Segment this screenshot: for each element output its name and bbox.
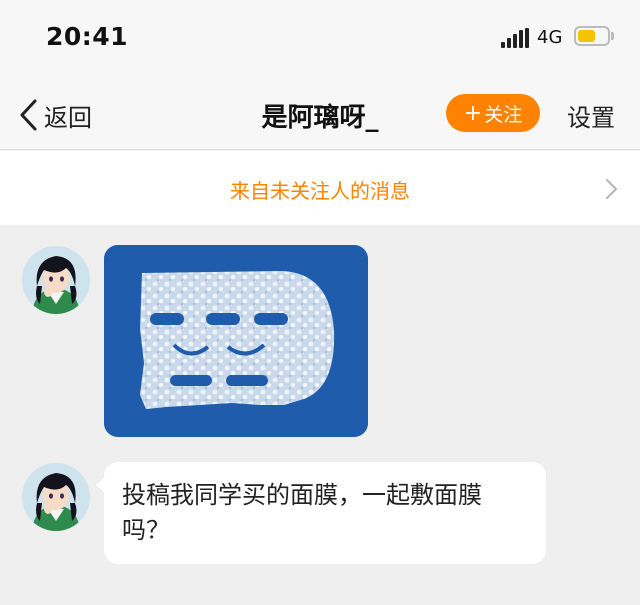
plus-icon: +	[463, 100, 483, 126]
stranger-message-notice[interactable]: 来自未关注人的消息	[0, 151, 640, 225]
settings-button[interactable]: 设置	[567, 98, 615, 133]
avatar[interactable]	[22, 463, 90, 531]
signal-icon	[501, 28, 531, 48]
notice-text: 来自未关注人的消息	[230, 179, 410, 203]
battery-icon	[574, 26, 610, 46]
battery-level	[578, 30, 595, 42]
status-time: 20:41	[46, 22, 129, 51]
chevron-right-icon	[605, 178, 618, 200]
sheet-mask-photo	[104, 245, 368, 437]
avatar[interactable]	[22, 246, 90, 314]
page-title: 是阿璃呀_	[261, 103, 379, 133]
follow-label: 关注	[484, 103, 523, 126]
status-bar: 20:41 4G	[0, 0, 640, 80]
battery-cap	[611, 32, 614, 40]
text-message[interactable]: 投稿我同学买的面膜，一起敷面膜吗？	[104, 462, 546, 564]
network-type: 4G	[537, 27, 563, 48]
message-text: 投稿我同学买的面膜，一起敷面膜吗？	[122, 481, 482, 544]
image-message[interactable]	[104, 245, 368, 437]
follow-button[interactable]: + 关注	[446, 94, 540, 132]
nav-bar: 返回 是阿璃呀_ + 关注 设置	[0, 80, 640, 150]
